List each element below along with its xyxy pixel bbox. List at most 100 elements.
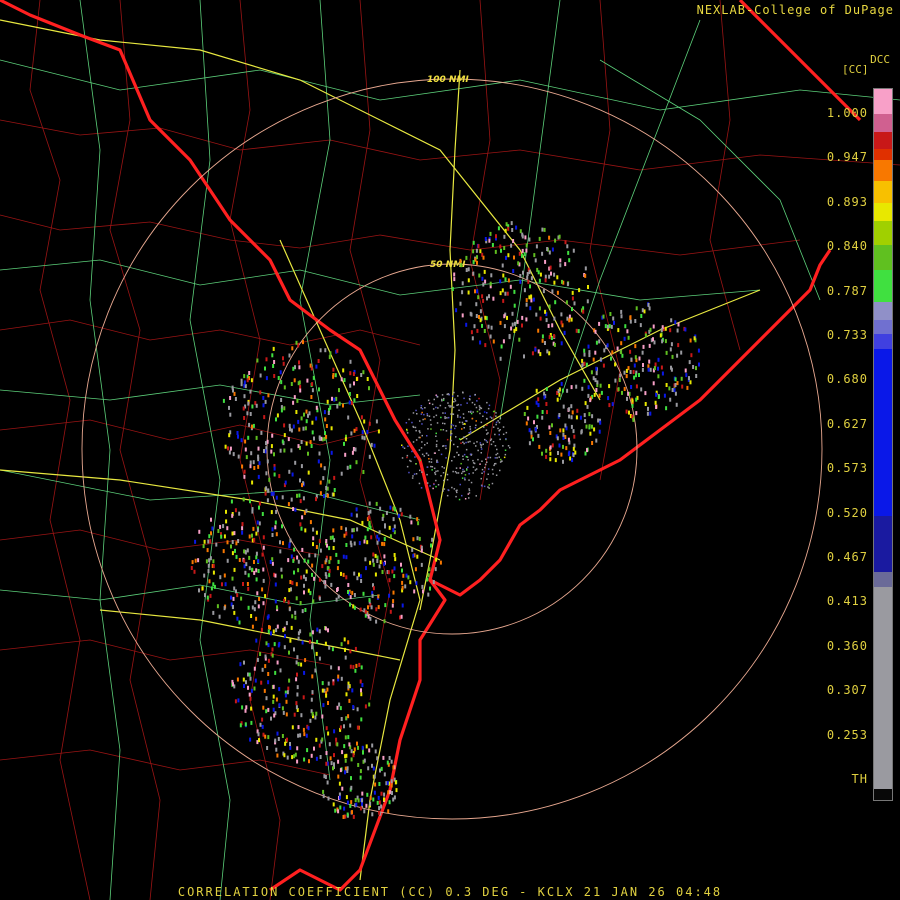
echo-pixel [255, 638, 258, 643]
echo-pixel [314, 715, 317, 720]
echo-pixel [620, 341, 623, 346]
echo-pixel [347, 415, 350, 420]
echo-pixel [633, 375, 636, 380]
echo-pixel [228, 450, 231, 455]
echo-pixel [406, 456, 408, 459]
echo-pixel [234, 699, 237, 704]
echo-pixel [368, 598, 371, 603]
echo-pixel [502, 445, 504, 447]
echo-pixel [602, 314, 605, 319]
echo-pixel [587, 285, 589, 289]
echo-pixel [297, 733, 300, 738]
echo-pixel [695, 374, 698, 378]
echo-pixel [343, 533, 346, 538]
echo-pixel [487, 407, 490, 410]
echo-pixel [295, 596, 298, 601]
echo-pixel [397, 513, 400, 518]
echo-pixel [257, 454, 260, 459]
echo-pixel [635, 373, 637, 378]
echo-pixel [283, 598, 286, 603]
echo-pixel [505, 438, 507, 440]
color-scale-segment [874, 320, 892, 335]
echo-pixel [460, 442, 462, 444]
echo-pixel [228, 405, 230, 410]
echo-pixel [300, 575, 303, 580]
echo-pixel [422, 418, 424, 421]
echo-pixel [491, 468, 494, 471]
echo-pixel [499, 469, 501, 472]
echo-pixel [247, 435, 250, 440]
echo-pixel [295, 410, 298, 414]
echo-pixel [579, 415, 582, 420]
echo-pixel [592, 357, 595, 362]
echo-pixel [486, 424, 488, 426]
echo-pixel [275, 417, 277, 422]
echo-pixel [353, 605, 356, 610]
echo-pixel [634, 319, 637, 323]
echo-pixel [437, 407, 439, 409]
echo-pixel [378, 800, 381, 805]
echo-pixel [430, 423, 432, 426]
echo-pixel [511, 322, 514, 327]
echo-pixel [344, 735, 347, 740]
echo-pixel [394, 780, 397, 785]
echo-pixel [315, 737, 318, 742]
echo-pixel [244, 708, 247, 713]
echo-pixel [202, 544, 205, 549]
echo-pixel [280, 567, 283, 572]
echo-pixel [355, 802, 358, 807]
echo-pixel [502, 339, 505, 344]
echo-pixel [271, 561, 274, 566]
echo-pixel [489, 281, 492, 286]
echo-pixel [296, 555, 299, 560]
echo-pixel [403, 447, 406, 449]
echo-pixel [468, 492, 471, 494]
echo-pixel [532, 297, 535, 302]
echo-pixel [420, 562, 423, 567]
echo-pixel [212, 570, 215, 575]
echo-pixel [688, 360, 691, 365]
echo-pixel [311, 572, 313, 577]
echo-pixel [659, 333, 662, 338]
echo-pixel [361, 430, 364, 435]
echo-pixel [278, 703, 281, 708]
echo-pixel [525, 421, 528, 426]
echo-pixel [339, 805, 342, 810]
echo-pixel [243, 380, 246, 385]
echo-pixel [433, 467, 436, 470]
echo-pixel [250, 451, 253, 456]
echo-pixel [570, 424, 573, 429]
echo-pixel [523, 252, 526, 257]
echo-pixel [280, 380, 283, 385]
echo-pixel [359, 574, 362, 579]
echo-pixel [603, 348, 606, 353]
echo-pixel [489, 416, 492, 418]
echo-pixel [237, 434, 239, 439]
echo-pixel [567, 250, 570, 255]
echo-pixel [313, 746, 315, 751]
echo-pixel [269, 560, 272, 564]
echo-pixel [669, 328, 672, 333]
echo-pixel [462, 470, 464, 473]
echo-pixel [315, 651, 318, 656]
echo-pixel [360, 717, 363, 722]
echo-pixel [528, 441, 531, 446]
echo-pixel [626, 396, 628, 401]
echo-pixel [675, 402, 678, 407]
echo-pixel [421, 434, 423, 437]
echo-pixel [472, 271, 475, 276]
radar-map[interactable]: 50 NMI 100 NMI [0, 0, 900, 900]
echo-pixel [560, 312, 563, 317]
echo-pixel [305, 733, 308, 738]
echo-pixel [572, 446, 575, 451]
echo-pixel [400, 614, 403, 619]
echo-pixel [476, 410, 479, 413]
echo-pixel [265, 696, 268, 701]
echo-pixel [504, 228, 507, 233]
echo-pixel [347, 583, 350, 587]
echo-pixel [319, 755, 322, 759]
echo-pixel [478, 405, 481, 407]
echo-pixel [432, 408, 435, 410]
echo-pixel [595, 340, 598, 345]
echo-pixel [362, 470, 365, 474]
